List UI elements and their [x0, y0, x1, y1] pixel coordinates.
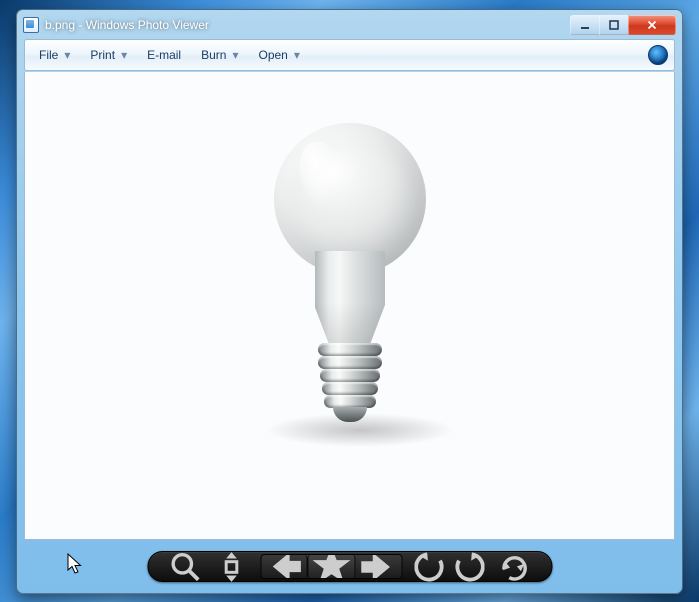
- fit-to-screen-icon: [215, 550, 249, 584]
- menu-print-label: Print: [90, 48, 115, 62]
- fit-to-screen-button[interactable]: [215, 554, 249, 579]
- rotate-left-button[interactable]: [415, 554, 449, 579]
- previous-image-icon: [262, 554, 307, 579]
- chevron-down-icon: ▾: [64, 48, 70, 62]
- rotate-right-button[interactable]: [451, 554, 485, 579]
- menu-email-label: E-mail: [147, 48, 181, 62]
- menu-open-label: Open: [259, 48, 288, 62]
- chevron-down-icon: ▾: [121, 48, 127, 62]
- menu-print[interactable]: Print ▾: [82, 43, 135, 67]
- help-button[interactable]: [648, 45, 668, 65]
- menu-burn-label: Burn: [201, 48, 226, 62]
- window-controls: [570, 15, 676, 35]
- window-title: b.png - Windows Photo Viewer: [45, 18, 209, 32]
- rotate-counterclockwise-icon: [415, 550, 449, 584]
- zoom-button[interactable]: [169, 554, 203, 579]
- maximize-icon: [608, 19, 620, 31]
- menu-open[interactable]: Open ▾: [251, 43, 308, 67]
- magnifier-icon: [169, 550, 203, 584]
- minimize-button[interactable]: [570, 15, 600, 35]
- menu-burn[interactable]: Burn ▾: [193, 43, 246, 67]
- navigation-toolbar: [147, 551, 552, 582]
- displayed-image: [230, 103, 470, 463]
- slideshow-button[interactable]: [308, 555, 356, 578]
- close-button[interactable]: [628, 15, 676, 35]
- minimize-icon: [579, 19, 591, 31]
- slideshow-icon: [309, 554, 355, 579]
- next-image-button[interactable]: [356, 555, 402, 578]
- menu-file-label: File: [39, 48, 58, 62]
- menu-email[interactable]: E-mail: [139, 43, 189, 67]
- chevron-down-icon: ▾: [232, 48, 238, 62]
- delete-icon: [497, 550, 531, 584]
- image-viewport[interactable]: [24, 72, 675, 540]
- titlebar[interactable]: b.png - Windows Photo Viewer: [17, 10, 682, 39]
- rotate-clockwise-icon: [451, 550, 485, 584]
- nav-group: [261, 554, 403, 579]
- maximize-button[interactable]: [599, 15, 629, 35]
- menubar: File ▾ Print ▾ E-mail Burn ▾ Open ▾: [24, 39, 675, 71]
- app-icon: [23, 17, 39, 33]
- chevron-down-icon: ▾: [294, 48, 300, 62]
- menu-file[interactable]: File ▾: [31, 43, 78, 67]
- window: b.png - Windows Photo Viewer File ▾ Prin…: [16, 9, 683, 594]
- next-image-icon: [356, 554, 402, 579]
- close-icon: [646, 19, 658, 31]
- bottom-bar: [17, 540, 682, 593]
- previous-image-button[interactable]: [262, 555, 308, 578]
- delete-button[interactable]: [497, 554, 531, 579]
